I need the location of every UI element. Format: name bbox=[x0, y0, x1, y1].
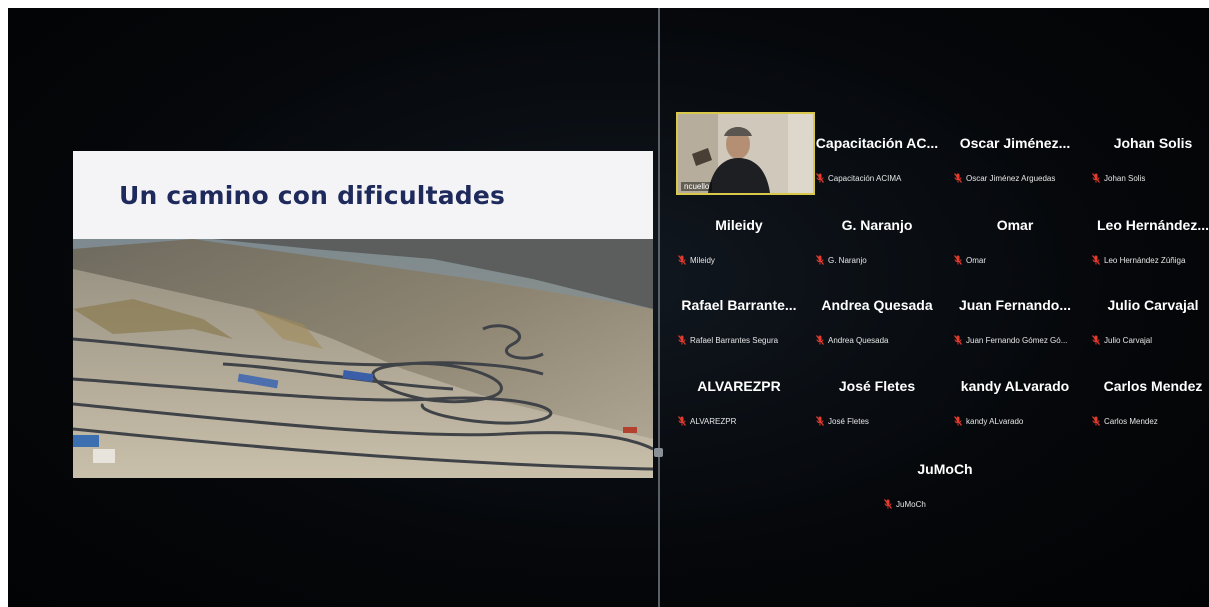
participant-full-name: Andrea Quesada bbox=[828, 335, 889, 345]
mic-muted-icon bbox=[954, 416, 962, 426]
participant-tile[interactable]: Mileidy Mileidy bbox=[670, 189, 808, 269]
participant-tile[interactable]: Carlos Mendez Carlos Mendez bbox=[1084, 350, 1209, 430]
participant-name-bar: JuMoCh bbox=[884, 498, 926, 510]
mic-muted-icon bbox=[1092, 335, 1100, 345]
mic-muted-icon bbox=[816, 255, 824, 265]
participant-tile[interactable]: Rafael Barrante... Rafael Barrantes Segur… bbox=[670, 269, 808, 349]
participant-name-bar: kandy ALvarado bbox=[954, 415, 1023, 427]
split-view-drag-handle[interactable] bbox=[654, 448, 663, 457]
participant-display-name: G. Naranjo bbox=[841, 217, 913, 233]
participant-tile[interactable]: José Fletes José Fletes bbox=[808, 350, 946, 430]
split-view-divider[interactable] bbox=[658, 8, 660, 607]
participant-display-name: Rafael Barrante... bbox=[681, 297, 797, 313]
participant-full-name: G. Naranjo bbox=[828, 255, 867, 265]
mic-muted-icon bbox=[884, 499, 892, 509]
participant-name-bar: Omar bbox=[954, 254, 986, 266]
participant-display-name: Julio Carvajal bbox=[1107, 297, 1199, 313]
participant-name-bar: José Fletes bbox=[816, 415, 869, 427]
mic-muted-icon bbox=[816, 173, 824, 183]
participant-name-bar: Carlos Mendez bbox=[1092, 415, 1158, 427]
participant-tile[interactable]: G. Naranjo G. Naranjo bbox=[808, 189, 946, 269]
participant-full-name: Carlos Mendez bbox=[1104, 416, 1158, 426]
participant-full-name: Julio Carvajal bbox=[1104, 335, 1153, 345]
participant-display-name: José Fletes bbox=[838, 378, 916, 394]
participant-tile[interactable]: Johan Solis Johan Solis bbox=[1084, 107, 1209, 187]
participant-name-bar: Capacitación ACIMA bbox=[816, 172, 901, 184]
mic-muted-icon bbox=[954, 335, 962, 345]
mic-muted-icon bbox=[954, 255, 962, 265]
participant-name-bar: Johan Solis bbox=[1092, 172, 1145, 184]
participant-display-name: Omar bbox=[996, 217, 1034, 233]
participant-full-name: José Fletes bbox=[828, 416, 869, 426]
participant-display-name: Oscar Jiménez... bbox=[959, 135, 1071, 151]
mic-muted-icon bbox=[816, 335, 824, 345]
participant-name-bar: Andrea Quesada bbox=[816, 334, 889, 346]
participant-name-bar: Juan Fernando Gómez Gó... bbox=[954, 334, 1067, 346]
slide-title: Un camino con dificultades bbox=[119, 181, 506, 210]
participant-full-name: Rafael Barrantes Segura bbox=[690, 335, 779, 345]
participant-display-name: ALVAREZPR bbox=[697, 378, 781, 394]
participant-display-name: kandy ALvarado bbox=[960, 378, 1070, 394]
mic-muted-icon bbox=[1092, 173, 1100, 183]
mic-muted-icon bbox=[954, 173, 962, 183]
participant-tile[interactable]: Julio Carvajal Julio Carvajal bbox=[1084, 269, 1209, 349]
participant-full-name: Capacitación ACIMA bbox=[828, 173, 902, 183]
participant-tile[interactable]: Leo Hernández... Leo Hernández Zúñiga bbox=[1084, 189, 1209, 269]
participant-tile[interactable]: kandy ALvarado kandy ALvarado bbox=[946, 350, 1084, 430]
participant-full-name: Mileidy bbox=[690, 255, 715, 265]
mic-muted-icon bbox=[816, 416, 824, 426]
participant-display-name: Capacitación AC... bbox=[815, 135, 939, 151]
participant-display-name: Carlos Mendez bbox=[1103, 378, 1203, 394]
participant-display-name: Juan Fernando... bbox=[958, 297, 1071, 313]
active-speaker-video[interactable]: ncuello bbox=[676, 112, 815, 195]
mic-muted-icon bbox=[1092, 416, 1100, 426]
participant-tile[interactable]: Andrea Quesada Andrea Quesada bbox=[808, 269, 946, 349]
participant-full-name: kandy ALvarado bbox=[966, 416, 1024, 426]
mic-muted-icon bbox=[678, 335, 686, 345]
participant-display-name: Leo Hernández... bbox=[1096, 217, 1209, 233]
participant-full-name: Oscar Jiménez Arguedas bbox=[966, 173, 1056, 183]
mic-muted-icon bbox=[678, 416, 686, 426]
participant-tile[interactable]: Capacitación AC... Capacitación ACIMA bbox=[808, 107, 946, 187]
shared-slide: Un camino con dificultades bbox=[73, 151, 653, 478]
participant-tile[interactable]: Omar Omar bbox=[946, 189, 1084, 269]
mic-muted-icon bbox=[1092, 255, 1100, 265]
participant-tile[interactable]: Juan Fernando... Juan Fernando Gómez Gó..… bbox=[946, 269, 1084, 349]
participant-full-name: ALVAREZPR bbox=[690, 416, 737, 426]
participant-display-name: JuMoCh bbox=[917, 461, 973, 477]
meeting-screen: Un camino con dificultades ncuello Capac… bbox=[8, 8, 1209, 607]
participant-tile[interactable]: Oscar Jiménez... Oscar Jiménez Arguedas bbox=[946, 107, 1084, 187]
participant-display-name: Andrea Quesada bbox=[821, 297, 933, 313]
participant-tile[interactable]: ALVAREZPR ALVAREZPR bbox=[670, 350, 808, 430]
slide-title-bar: Un camino con dificultades bbox=[73, 151, 653, 239]
participant-name-bar: Leo Hernández Zúñiga bbox=[1092, 254, 1185, 266]
slide-photo-mountain-road bbox=[73, 239, 653, 478]
participant-name-bar: Rafael Barrantes Segura bbox=[678, 334, 778, 346]
participant-tile[interactable]: JuMoCh JuMoCh bbox=[876, 433, 1014, 513]
participant-name-bar: ALVAREZPR bbox=[678, 415, 736, 427]
participant-name-bar: Oscar Jiménez Arguedas bbox=[954, 172, 1055, 184]
participant-display-name: Johan Solis bbox=[1113, 135, 1193, 151]
participant-display-name: Mileidy bbox=[715, 217, 763, 233]
participant-name-bar: G. Naranjo bbox=[816, 254, 867, 266]
participant-full-name: Juan Fernando Gómez Gó... bbox=[966, 335, 1068, 345]
participant-name-bar: Julio Carvajal bbox=[1092, 334, 1152, 346]
participant-full-name: Johan Solis bbox=[1104, 173, 1146, 183]
participant-full-name: Omar bbox=[966, 255, 986, 265]
participant-full-name: Leo Hernández Zúñiga bbox=[1104, 255, 1186, 265]
participant-name-bar: Mileidy bbox=[678, 254, 715, 266]
participant-full-name: JuMoCh bbox=[896, 499, 926, 509]
mic-muted-icon bbox=[678, 255, 686, 265]
